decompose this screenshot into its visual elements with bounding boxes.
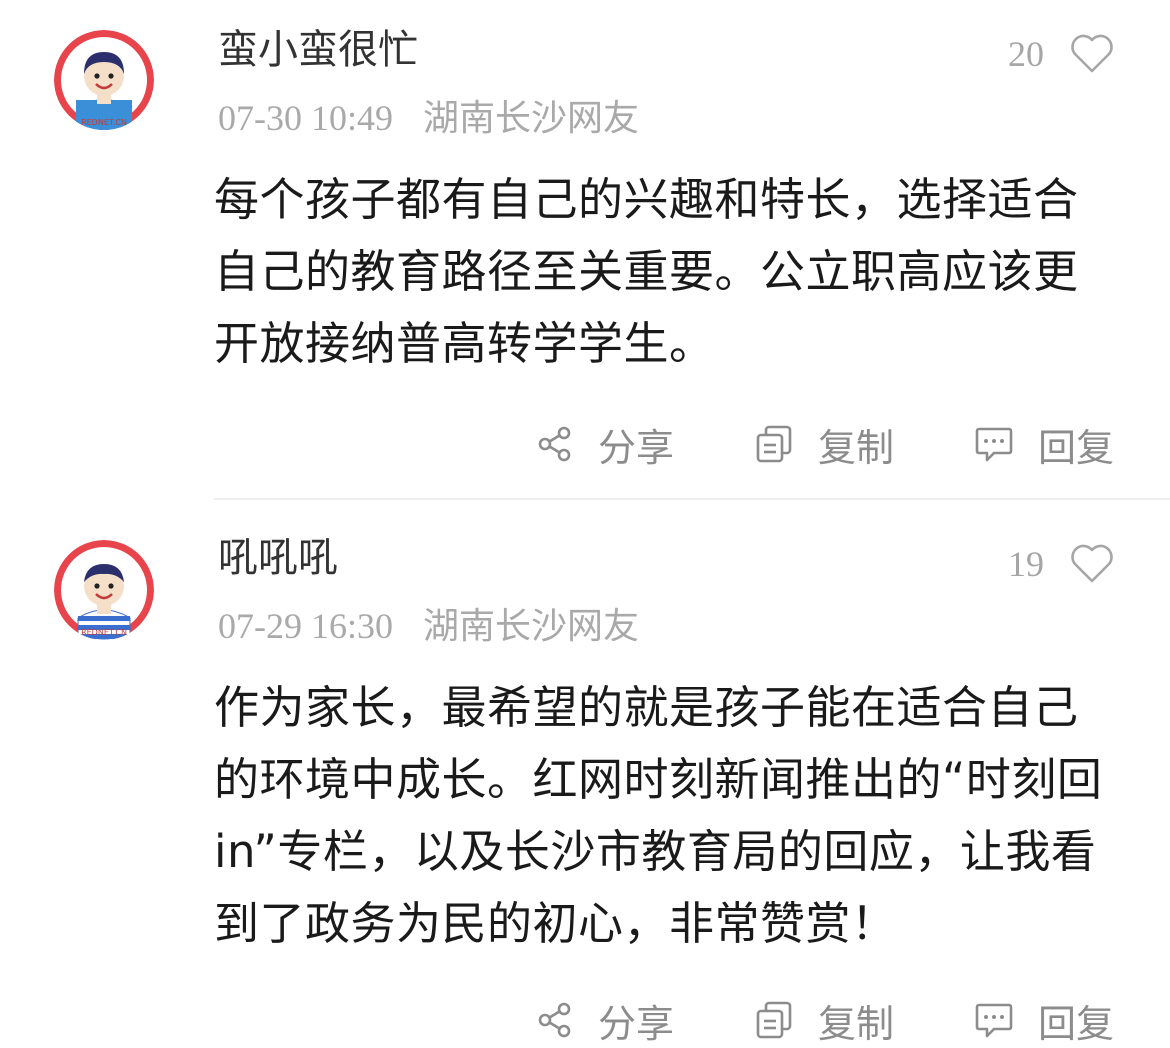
avatar[interactable]: REDNET.CN [54, 540, 154, 640]
share-button[interactable]: 分享 [536, 993, 674, 1048]
like-count: 19 [1008, 544, 1044, 584]
reply-button[interactable]: 回复 [974, 417, 1114, 472]
like-button[interactable]: 19 [1008, 540, 1114, 588]
like-count: 20 [1008, 34, 1044, 74]
heart-icon[interactable] [1070, 34, 1114, 74]
username[interactable]: 蛮小蛮很忙 [218, 26, 418, 74]
share-icon [538, 1002, 571, 1038]
comment-divider [214, 498, 1170, 500]
comment-location: 湖南长沙网友 [423, 606, 640, 647]
reply-button[interactable]: 回复 [974, 993, 1114, 1048]
avatar-icon: REDNET.CN [54, 30, 154, 130]
like-button[interactable]: 20 [1008, 30, 1114, 78]
avatar-icon: REDNET.CN [54, 540, 154, 640]
copy-button[interactable]: 复制 [754, 993, 894, 1048]
comment-meta: 07-30 10:49 湖南长沙网友 [218, 96, 639, 141]
share-label: 分享 [597, 425, 674, 470]
reply-label: 回复 [1037, 1001, 1114, 1046]
comment-location: 湖南长沙网友 [423, 98, 640, 139]
copy-label: 复制 [817, 1001, 894, 1046]
comment-actions: 分享 复制 回复 [456, 416, 1114, 472]
comment-icon [975, 1003, 1013, 1038]
share-button[interactable]: 分享 [536, 417, 674, 472]
comment-time: 07-30 10:49 [218, 98, 393, 138]
avatar-badge-text: REDNET.CN [81, 118, 127, 127]
comment-time: 07-29 16:30 [218, 606, 393, 646]
copy-label: 复制 [817, 425, 894, 470]
comment-text: 作为家长，最希望的就是孩子能在适合自己的环境中成长。红网时刻新闻推出的“时刻回i… [214, 681, 1103, 950]
avatar-badge-text: REDNET.CN [81, 628, 127, 637]
comment-meta: 07-29 16:30 湖南长沙网友 [218, 604, 639, 649]
comment-icon [975, 427, 1013, 462]
username[interactable]: 吼吼吼 [218, 534, 338, 582]
heart-icon[interactable] [1070, 544, 1114, 584]
copy-button[interactable]: 复制 [754, 417, 894, 472]
copy-icon [756, 1001, 792, 1039]
comment-actions: 分享 复制 回复 [456, 992, 1114, 1048]
share-label: 分享 [597, 1001, 674, 1046]
reply-label: 回复 [1037, 425, 1114, 470]
comment-text: 每个孩子都有自己的兴趣和特长，选择适合自己的教育路径至关重要。公立职高应该更开放… [214, 173, 1079, 370]
copy-icon [756, 425, 792, 463]
share-icon [538, 426, 571, 462]
avatar[interactable]: REDNET.CN [54, 30, 154, 130]
